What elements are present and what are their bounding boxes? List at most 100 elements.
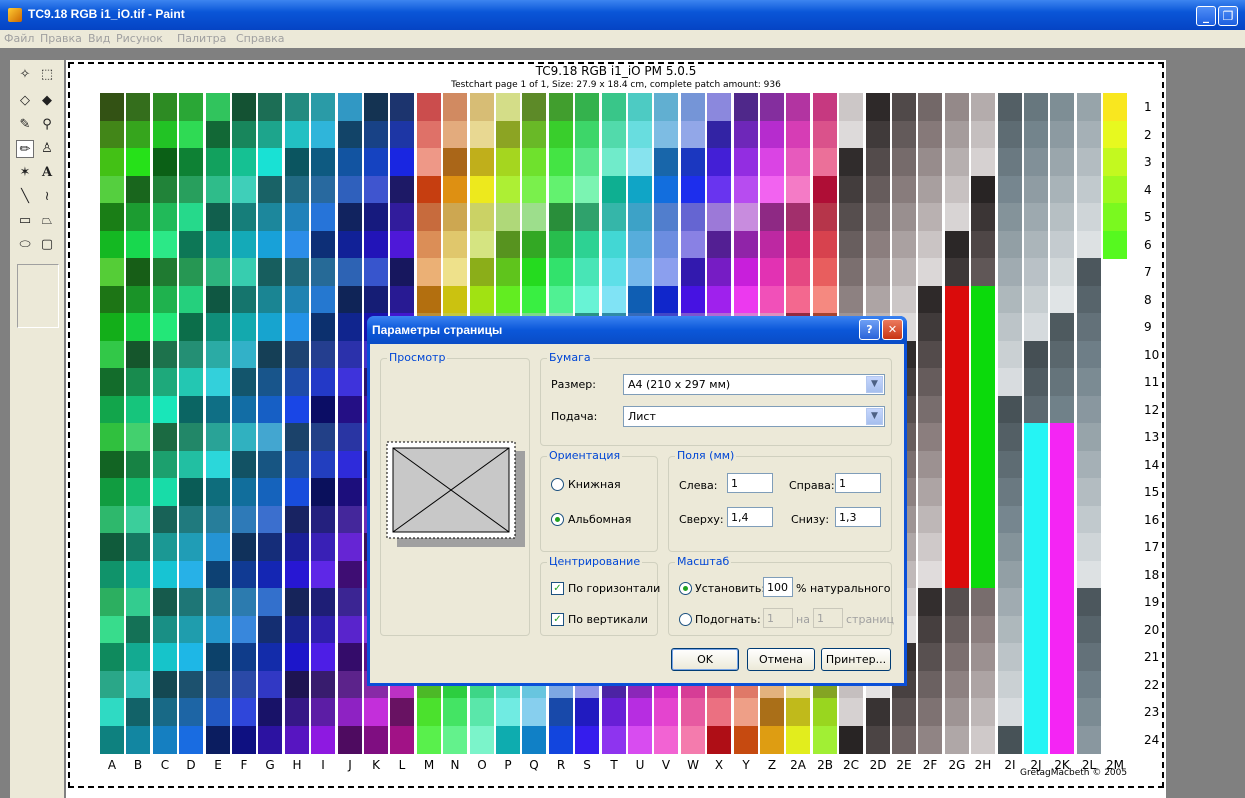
pencil-icon[interactable]: ✏ [16, 140, 34, 158]
menu-help[interactable]: Справка [236, 32, 284, 45]
adjust-percent-input[interactable]: 100 [763, 577, 793, 597]
left-margin-input[interactable]: 1 [727, 473, 773, 493]
menu-edit[interactable]: Правка [40, 32, 82, 45]
paper-size-select[interactable]: A4 (210 x 297 мм) ▼ [623, 374, 885, 395]
rect-select-icon[interactable]: ⬚ [38, 66, 56, 84]
color-patch [760, 176, 784, 204]
color-patch [945, 588, 969, 616]
color-patch [786, 286, 810, 314]
adjust-radio[interactable] [679, 582, 692, 595]
color-patch [390, 231, 414, 259]
chevron-down-icon[interactable]: ▼ [866, 376, 883, 393]
rounded-rectangle-icon[interactable]: ▢ [38, 236, 56, 254]
center-horizontal-label[interactable]: По горизонтали [568, 582, 660, 595]
color-patch [813, 93, 837, 121]
row-label: 20 [1144, 623, 1160, 637]
color-patch [338, 671, 362, 699]
paper-source-value: Лист [628, 410, 656, 423]
help-button[interactable]: ? [859, 319, 880, 340]
bottom-margin-input[interactable]: 1,3 [835, 507, 881, 527]
menu-file[interactable]: Файл [4, 32, 34, 45]
column-label: I [321, 758, 325, 772]
line-icon[interactable]: ╲ [16, 188, 34, 206]
brush-icon[interactable]: ♙ [38, 140, 56, 158]
menu-image[interactable]: Рисунок [116, 32, 163, 45]
cancel-button[interactable]: Отмена [747, 648, 815, 671]
color-patch [206, 231, 230, 259]
landscape-radio[interactable] [551, 513, 564, 526]
color-patch [602, 698, 626, 726]
minimize-button[interactable]: _ [1196, 6, 1216, 26]
fill-icon[interactable]: ◆ [38, 92, 56, 110]
restore-button[interactable]: ❐ [1218, 6, 1238, 26]
ellipse-icon[interactable]: ⬭ [16, 236, 34, 254]
portrait-label[interactable]: Книжная [568, 478, 621, 491]
fit-radio[interactable] [679, 613, 692, 626]
color-patch [338, 368, 362, 396]
window-titlebar[interactable]: TC9.18 RGB i1_iO.tif - Paint _ ❐ [0, 0, 1245, 30]
column-label: D [186, 758, 196, 772]
tool-options-panel[interactable] [17, 264, 59, 328]
color-patch [153, 286, 177, 314]
color-patch [232, 506, 256, 534]
center-horizontal-checkbox[interactable]: ✓ [551, 582, 564, 595]
color-picker-icon[interactable]: ✎ [16, 116, 34, 134]
color-patch [496, 148, 520, 176]
color-patch [602, 258, 626, 286]
color-patch [206, 506, 230, 534]
color-patch [258, 258, 282, 286]
fit-wide-input[interactable]: 1 [763, 608, 793, 628]
adjust-label[interactable]: Установить: [695, 582, 765, 595]
ok-button[interactable]: OK [671, 648, 739, 671]
center-vertical-checkbox[interactable]: ✓ [551, 613, 564, 626]
row-label: 14 [1144, 458, 1160, 472]
color-patch [285, 478, 309, 506]
color-patch [153, 396, 177, 424]
magnifier-icon[interactable]: ⚲ [38, 116, 56, 134]
color-patch [258, 368, 282, 396]
landscape-label[interactable]: Альбомная [568, 513, 631, 526]
chevron-down-icon[interactable]: ▼ [866, 408, 883, 425]
color-patch [258, 533, 282, 561]
color-patch [1050, 341, 1074, 369]
top-margin-input[interactable]: 1,4 [727, 507, 773, 527]
menu-palette[interactable]: Палитра [177, 32, 226, 45]
eraser-icon[interactable]: ◇ [16, 92, 34, 110]
menu-view[interactable]: Вид [88, 32, 110, 45]
color-patch [1077, 231, 1101, 259]
dialog-titlebar[interactable]: Параметры страницы ? ✕ [367, 316, 907, 344]
airbrush-icon[interactable]: ✶ [16, 164, 34, 182]
center-vertical-label[interactable]: По вертикали [568, 613, 648, 626]
preview-group: Просмотр [380, 351, 530, 636]
color-patch [364, 148, 388, 176]
color-patch [100, 533, 124, 561]
text-icon[interactable]: A [38, 164, 56, 182]
portrait-radio[interactable] [551, 478, 564, 491]
color-patch [1050, 588, 1074, 616]
color-patch [311, 203, 335, 231]
color-patch [1024, 231, 1048, 259]
right-margin-input[interactable]: 1 [835, 473, 881, 493]
free-select-icon[interactable]: ✧ [16, 66, 34, 84]
color-patch [1077, 726, 1101, 754]
color-patch [945, 368, 969, 396]
row-label: 15 [1144, 485, 1160, 499]
fit-label[interactable]: Подогнать: [695, 613, 761, 626]
color-patch [1024, 643, 1048, 671]
rectangle-icon[interactable]: ▭ [16, 212, 34, 230]
paper-source-select[interactable]: Лист ▼ [623, 406, 885, 427]
close-button[interactable]: ✕ [882, 319, 903, 340]
curve-icon[interactable]: ≀ [38, 188, 56, 206]
color-patch [734, 203, 758, 231]
color-patch [628, 176, 652, 204]
printer-button[interactable]: Принтер... [821, 648, 891, 671]
color-patch [258, 423, 282, 451]
color-patch [945, 506, 969, 534]
color-patch [364, 231, 388, 259]
color-patch [258, 616, 282, 644]
color-patch [918, 231, 942, 259]
color-patch [232, 341, 256, 369]
fit-tall-input[interactable]: 1 [813, 608, 843, 628]
polygon-icon[interactable]: ⏢ [38, 212, 56, 230]
color-patch [496, 726, 520, 754]
